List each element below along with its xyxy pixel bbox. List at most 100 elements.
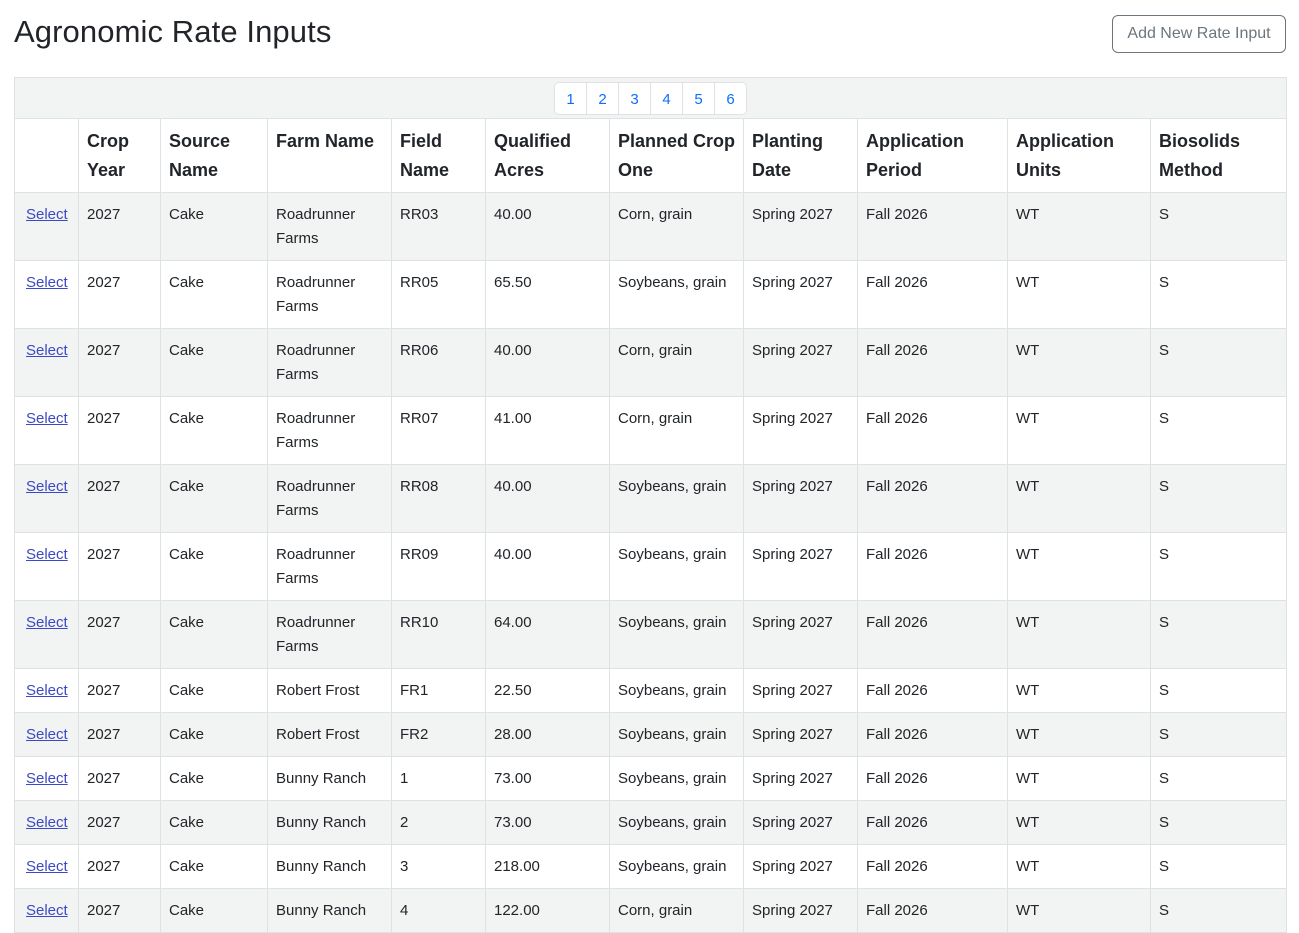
page-link-1[interactable]: 1 xyxy=(554,82,588,115)
cell-field: RR10 xyxy=(391,600,486,669)
rate-inputs-table: 123456 Crop Year Source Name Farm Name Fiel… xyxy=(13,77,1288,933)
cell-planting: Spring 2027 xyxy=(743,464,858,533)
cell-farm: Robert Frost xyxy=(267,668,392,713)
cell-method: S xyxy=(1149,192,1288,261)
cell-method: S xyxy=(1149,712,1288,757)
select-link[interactable]: Select xyxy=(26,682,68,699)
cell-crop: Soybeans, grain xyxy=(609,260,744,329)
cell-field: 3 xyxy=(391,844,486,889)
cell-source: Cake xyxy=(160,192,268,261)
column-header-action xyxy=(14,118,79,193)
cell-period: Fall 2026 xyxy=(857,192,1008,261)
cell-field: RR07 xyxy=(391,396,486,465)
cell-acres: 40.00 xyxy=(485,192,610,261)
cell-farm: Roadrunner Farms xyxy=(267,192,392,261)
action-cell: Select xyxy=(14,396,79,465)
cell-period: Fall 2026 xyxy=(857,844,1008,889)
action-cell: Select xyxy=(14,712,79,757)
column-header-qualified-acres: Qualified Acres xyxy=(485,118,610,193)
cell-period: Fall 2026 xyxy=(857,464,1008,533)
cell-planting: Spring 2027 xyxy=(743,328,858,397)
page-link-4[interactable]: 4 xyxy=(650,82,684,115)
cell-planting: Spring 2027 xyxy=(743,192,858,261)
cell-crop-year: 2027 xyxy=(78,600,161,669)
cell-planting: Spring 2027 xyxy=(743,800,858,845)
cell-source: Cake xyxy=(160,464,268,533)
cell-source: Cake xyxy=(160,260,268,329)
cell-period: Fall 2026 xyxy=(857,328,1008,397)
cell-crop-year: 2027 xyxy=(78,668,161,713)
action-cell: Select xyxy=(14,532,79,601)
column-header-application-period: Application Period xyxy=(857,118,1008,193)
cell-planting: Spring 2027 xyxy=(743,844,858,889)
cell-planting: Spring 2027 xyxy=(743,600,858,669)
action-cell: Select xyxy=(14,600,79,669)
page-link-2[interactable]: 2 xyxy=(586,82,620,115)
table-row: Select 2027 Cake Robert Frost FR1 22.50 Soybea… xyxy=(14,668,1288,713)
select-link[interactable]: Select xyxy=(26,902,68,919)
cell-planting: Spring 2027 xyxy=(743,668,858,713)
cell-farm: Roadrunner Farms xyxy=(267,464,392,533)
cell-method: S xyxy=(1149,464,1288,533)
select-link[interactable]: Select xyxy=(26,614,68,631)
cell-crop: Corn, grain xyxy=(609,192,744,261)
cell-source: Cake xyxy=(160,888,268,933)
cell-method: S xyxy=(1149,260,1288,329)
cell-units: WT xyxy=(1007,328,1151,397)
cell-source: Cake xyxy=(160,396,268,465)
action-cell: Select xyxy=(14,192,79,261)
table-header-row: Crop Year Source Name Farm Name Field Name Q… xyxy=(14,118,1288,193)
page-link-5[interactable]: 5 xyxy=(682,82,716,115)
cell-units: WT xyxy=(1007,712,1151,757)
table-body: Select 2027 Cake Roadrunner Farms RR03 40.00 C… xyxy=(14,192,1288,933)
table-row: Select 2027 Cake Roadrunner Farms RR07 41.00 C… xyxy=(14,396,1288,465)
table-row: Select 2027 Cake Bunny Ranch 1 73.00 Soybeans,… xyxy=(14,756,1288,801)
column-header-application-units: Application Units xyxy=(1007,118,1151,193)
cell-farm: Roadrunner Farms xyxy=(267,600,392,669)
select-link[interactable]: Select xyxy=(26,546,68,563)
cell-source: Cake xyxy=(160,756,268,801)
pagination: 123456 xyxy=(554,82,748,115)
cell-crop-year: 2027 xyxy=(78,260,161,329)
table-row: Select 2027 Cake Bunny Ranch 2 73.00 Soybeans,… xyxy=(14,800,1288,845)
cell-crop: Soybeans, grain xyxy=(609,464,744,533)
cell-crop: Corn, grain xyxy=(609,396,744,465)
select-link[interactable]: Select xyxy=(26,726,68,743)
cell-acres: 22.50 xyxy=(485,668,610,713)
select-link[interactable]: Select xyxy=(26,410,68,427)
cell-source: Cake xyxy=(160,328,268,397)
cell-crop: Soybeans, grain xyxy=(609,756,744,801)
action-cell: Select xyxy=(14,668,79,713)
action-cell: Select xyxy=(14,844,79,889)
action-cell: Select xyxy=(14,756,79,801)
select-link[interactable]: Select xyxy=(26,342,68,359)
select-link[interactable]: Select xyxy=(26,478,68,495)
cell-units: WT xyxy=(1007,888,1151,933)
add-new-rate-input-button[interactable]: Add New Rate Input xyxy=(1112,15,1286,53)
cell-units: WT xyxy=(1007,756,1151,801)
cell-period: Fall 2026 xyxy=(857,712,1008,757)
cell-acres: 73.00 xyxy=(485,756,610,801)
table-row: Select 2027 Cake Roadrunner Farms RR08 40.00 S… xyxy=(14,464,1288,533)
page-link-3[interactable]: 3 xyxy=(618,82,652,115)
select-link[interactable]: Select xyxy=(26,770,68,787)
page-header: Agronomic Rate Inputs Add New Rate Input xyxy=(0,0,1299,77)
cell-acres: 65.50 xyxy=(485,260,610,329)
cell-planting: Spring 2027 xyxy=(743,260,858,329)
cell-units: WT xyxy=(1007,600,1151,669)
cell-farm: Bunny Ranch xyxy=(267,756,392,801)
select-link[interactable]: Select xyxy=(26,206,68,223)
cell-period: Fall 2026 xyxy=(857,888,1008,933)
table-row: Select 2027 Cake Bunny Ranch 3 218.00 Soybeans… xyxy=(14,844,1288,889)
cell-crop: Soybeans, grain xyxy=(609,532,744,601)
table-row: Select 2027 Cake Roadrunner Farms RR10 64.00 S… xyxy=(14,600,1288,669)
cell-field: RR06 xyxy=(391,328,486,397)
cell-acres: 40.00 xyxy=(485,532,610,601)
page-link-6[interactable]: 6 xyxy=(714,82,748,115)
select-link[interactable]: Select xyxy=(26,858,68,875)
select-link[interactable]: Select xyxy=(26,814,68,831)
table-row: Select 2027 Cake Bunny Ranch 4 122.00 Corn, gr… xyxy=(14,888,1288,933)
cell-crop-year: 2027 xyxy=(78,712,161,757)
cell-method: S xyxy=(1149,888,1288,933)
select-link[interactable]: Select xyxy=(26,274,68,291)
